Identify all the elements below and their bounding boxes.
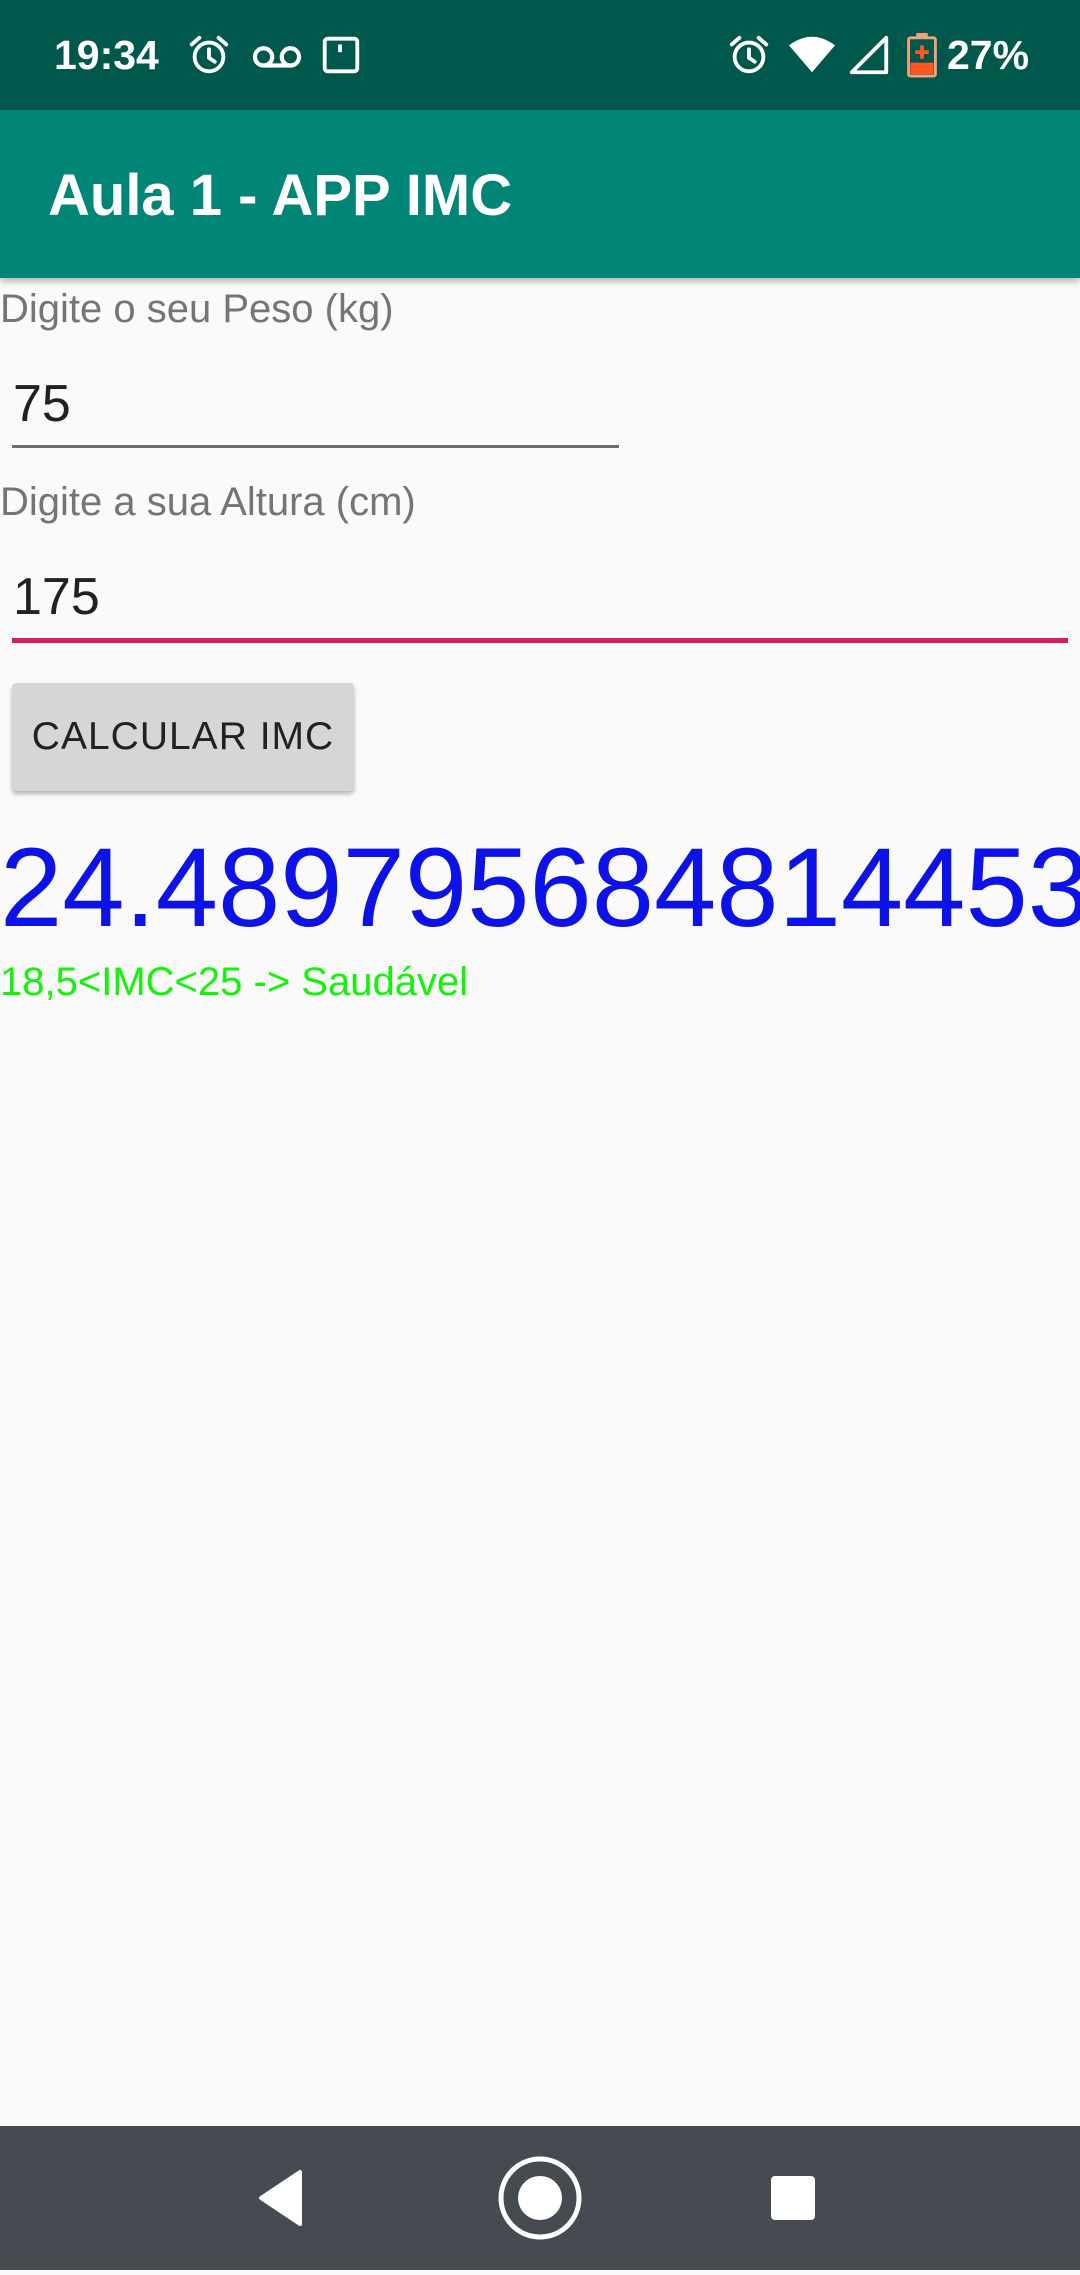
navigation-bar — [0, 2126, 1080, 2270]
app-bar: Aula 1 - APP IMC — [0, 110, 1080, 278]
status-time: 19:34 — [54, 32, 159, 78]
cellular-signal-icon — [846, 32, 892, 78]
alarm-icon — [726, 32, 772, 78]
alarm-icon — [186, 32, 232, 78]
app-title: Aula 1 - APP IMC — [48, 163, 513, 228]
weight-input[interactable]: 75 — [12, 372, 619, 448]
wifi-icon — [786, 32, 838, 78]
home-icon — [498, 2156, 582, 2240]
back-button[interactable] — [210, 2126, 354, 2270]
weight-label: Digite o seu Peso (kg) — [0, 287, 394, 331]
recents-button[interactable] — [721, 2126, 865, 2270]
voicemail-icon — [248, 32, 306, 78]
imc-result-value: 24.489795684814453 — [0, 825, 1080, 950]
recents-icon — [771, 2176, 815, 2220]
status-bar: 19:34 27% — [0, 0, 1080, 110]
height-label: Digite a sua Altura (cm) — [0, 480, 416, 524]
battery-percent: 27% — [947, 32, 1030, 78]
back-icon — [259, 2170, 302, 2226]
calculate-imc-button[interactable]: CALCULAR IMC — [12, 683, 354, 791]
imc-classification: 18,5<IMC<25 -> Saudável — [0, 960, 469, 1004]
home-button[interactable] — [468, 2126, 612, 2270]
battery-charging-icon — [904, 32, 940, 78]
height-input[interactable]: 175 — [12, 565, 1068, 643]
sd-card-icon — [318, 32, 364, 78]
